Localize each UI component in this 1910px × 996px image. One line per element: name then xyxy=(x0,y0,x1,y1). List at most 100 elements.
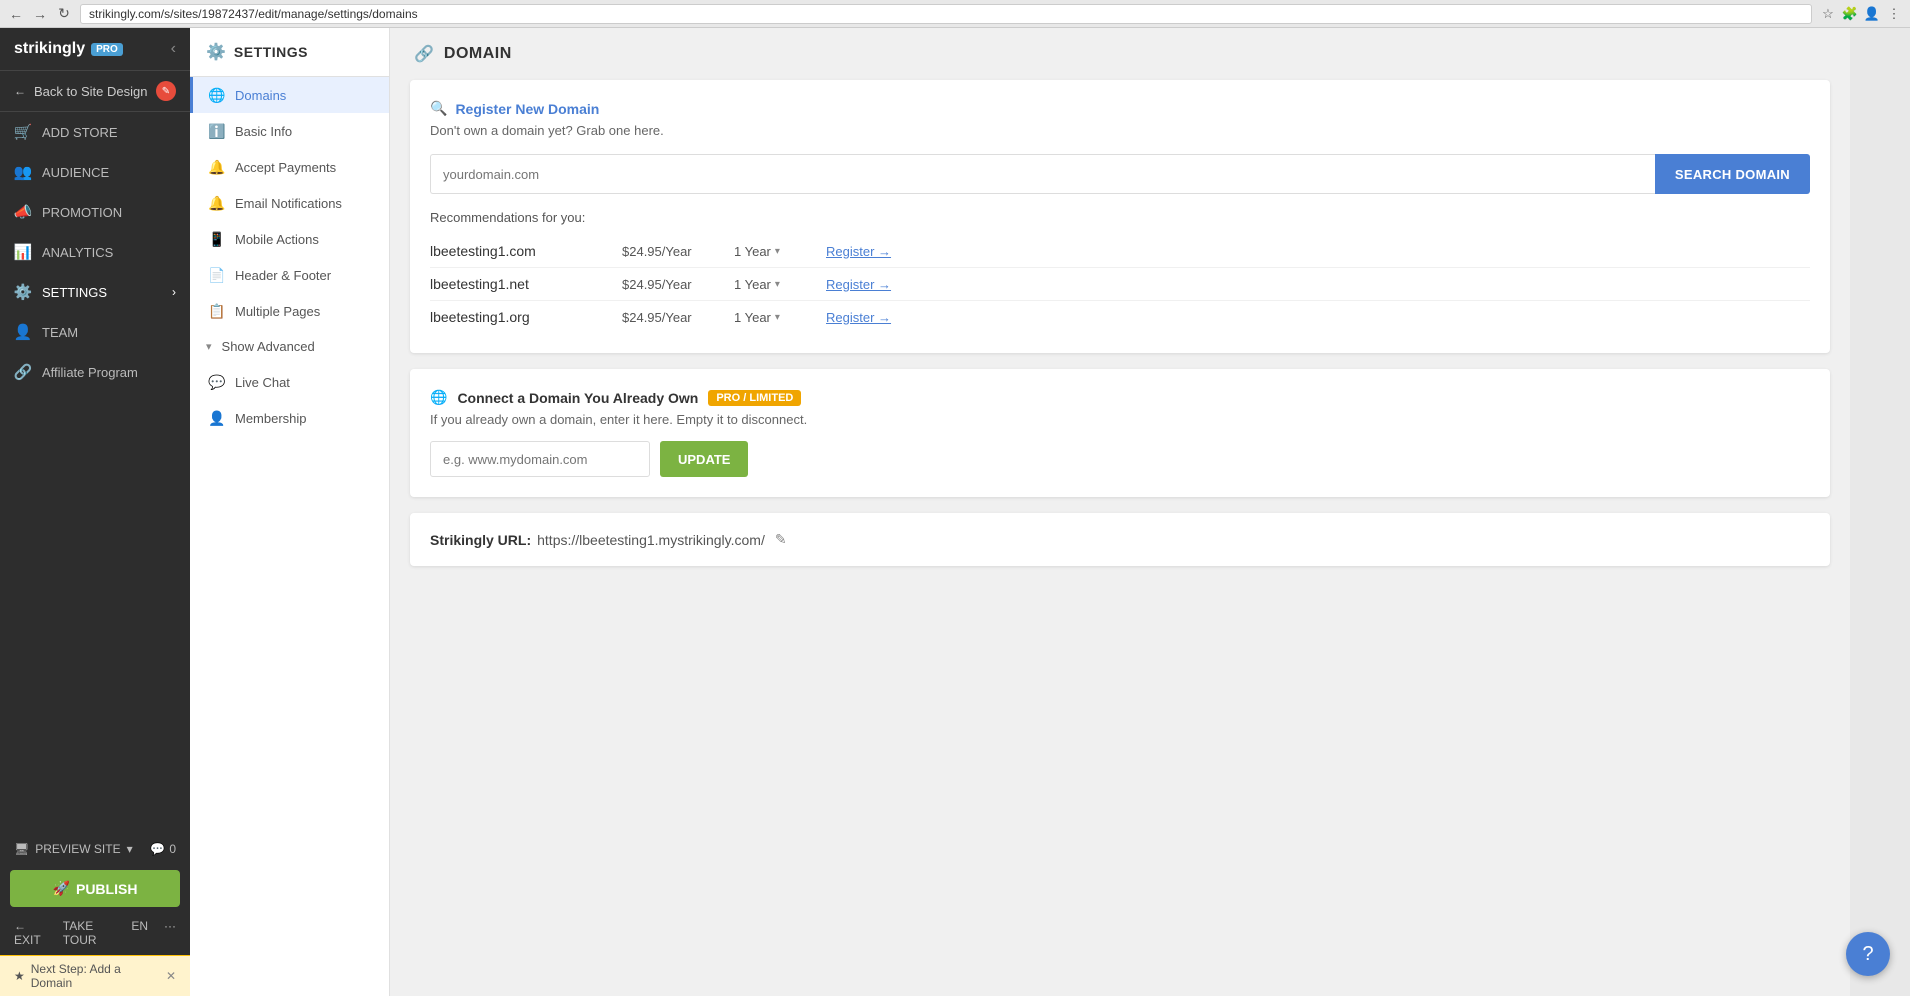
payments-icon: 🔔 xyxy=(209,159,225,175)
settings-nav-accept-payments[interactable]: 🔔 Accept Payments xyxy=(190,149,389,185)
audience-icon: 👥 xyxy=(14,163,32,181)
preview-arrow: ▾ xyxy=(127,842,133,856)
settings-nav-mobile-actions[interactable]: 📱 Mobile Actions xyxy=(190,221,389,257)
chat-bubble-button[interactable]: ? xyxy=(1846,932,1890,976)
sidebar-bottom: 🖥 PREVIEW SITE ▾ 💬 0 🚀 PUBLISH ← EXIT TA… xyxy=(0,834,190,996)
chevron-down-icon: ▾ xyxy=(206,340,212,353)
recommendations-label: Recommendations for you: xyxy=(430,210,1810,225)
live-chat-icon: 💬 xyxy=(209,374,225,390)
next-step-close-button[interactable]: ✕ xyxy=(166,969,176,983)
connect-domain-title: Connect a Domain You Already Own xyxy=(457,390,698,406)
edit-url-icon[interactable]: ✎ xyxy=(775,531,787,548)
back-button[interactable]: ← xyxy=(8,6,24,22)
rec-year-arrow-0[interactable]: ▾ xyxy=(775,246,780,257)
main-content: 🔗 DOMAIN 🔍 Register New Domain Don't own… xyxy=(390,28,1850,996)
settings-nav-email-notifications[interactable]: 🔔 Email Notifications xyxy=(190,185,389,221)
domain-recommendation-1: lbeetesting1.net $24.95/Year 1 Year ▾ Re… xyxy=(430,268,1810,301)
rec-year-arrow-2[interactable]: ▾ xyxy=(775,312,780,323)
sidebar-item-promotion[interactable]: 📣 PROMOTION xyxy=(0,192,190,232)
rec-register-1[interactable]: Register → xyxy=(826,277,891,292)
info-icon: ℹ️ xyxy=(209,123,225,139)
show-advanced-label: Show Advanced xyxy=(222,339,315,354)
language-button[interactable]: EN xyxy=(131,919,148,947)
pro-limited-badge: PRO / LIMITED xyxy=(708,390,801,406)
domain-page-title: DOMAIN xyxy=(444,45,512,63)
team-icon: 👤 xyxy=(14,323,32,341)
more-button[interactable]: ··· xyxy=(164,919,176,947)
sidebar-item-label: ADD STORE xyxy=(42,125,118,140)
preview-badge-area: 💬 0 xyxy=(150,842,176,856)
rec-year-0: 1 Year ▾ xyxy=(734,244,814,259)
url-bar[interactable]: strikingly.com/s/sites/19872437/edit/man… xyxy=(80,4,1812,24)
show-advanced-button[interactable]: ▾ Show Advanced xyxy=(190,329,389,364)
refresh-button[interactable]: ↻ xyxy=(56,6,72,22)
settings-nav-basic-info[interactable]: ℹ️ Basic Info xyxy=(190,113,389,149)
globe-icon: 🌐 xyxy=(209,87,225,103)
sidebar-item-affiliate[interactable]: 🔗 Affiliate Program xyxy=(0,352,190,392)
sidebar-item-label: PROMOTION xyxy=(42,205,122,220)
forward-button[interactable]: → xyxy=(32,6,48,22)
settings-nav-multiple-pages[interactable]: 📋 Multiple Pages xyxy=(190,293,389,329)
next-step-label: Next Step: Add a Domain xyxy=(31,962,160,990)
strikingly-url-value: https://lbeetesting1.mystrikingly.com/ xyxy=(537,532,765,548)
settings-nav-domains[interactable]: 🌐 Domains xyxy=(190,77,389,113)
settings-icon: ⚙️ xyxy=(14,283,32,301)
update-domain-button[interactable]: UPDATE xyxy=(660,441,748,477)
pro-badge: PRO xyxy=(91,43,123,56)
collapse-button[interactable]: ‹ xyxy=(171,40,176,58)
right-panel xyxy=(1850,28,1910,996)
rec-domain-0: lbeetesting1.com xyxy=(430,243,610,259)
domain-search-input[interactable] xyxy=(430,154,1655,194)
rec-year-arrow-1[interactable]: ▾ xyxy=(775,279,780,290)
register-section-title[interactable]: Register New Domain xyxy=(455,101,599,117)
preview-site-button[interactable]: 🖥 PREVIEW SITE ▾ 💬 0 xyxy=(0,834,190,864)
sidebar-item-settings[interactable]: ⚙️ SETTINGS › xyxy=(0,272,190,312)
exit-button[interactable]: ← EXIT xyxy=(14,919,47,947)
publish-label: PUBLISH xyxy=(76,881,137,897)
sidebar-item-label: ANALYTICS xyxy=(42,245,113,260)
domain-header-icon: 🔗 xyxy=(414,44,434,64)
menu-icon[interactable]: ⋮ xyxy=(1886,6,1902,22)
add-store-icon: 🛒 xyxy=(14,123,32,141)
back-badge: ✎ xyxy=(156,81,176,101)
strikingly-url-card: Strikingly URL: https://lbeetesting1.mys… xyxy=(410,513,1830,566)
settings-accept-payments-label: Accept Payments xyxy=(235,160,336,175)
rec-domain-2: lbeetesting1.org xyxy=(430,309,610,325)
back-to-design-button[interactable]: ← Back to Site Design ✎ xyxy=(0,71,190,112)
connect-input-row: UPDATE xyxy=(430,441,1810,477)
settings-nav-live-chat[interactable]: 💬 Live Chat xyxy=(190,364,389,400)
settings-domains-label: Domains xyxy=(235,88,286,103)
sidebar-item-team[interactable]: 👤 TEAM xyxy=(0,312,190,352)
rec-register-0[interactable]: Register → xyxy=(826,244,891,259)
sidebar-item-analytics[interactable]: 📊 ANALYTICS xyxy=(0,232,190,272)
star-icon: ★ xyxy=(14,969,25,983)
profile-icon[interactable]: 👤 xyxy=(1864,6,1880,22)
register-domain-card: 🔍 Register New Domain Don't own a domain… xyxy=(410,80,1830,353)
bottom-actions: ← EXIT TAKE TOUR EN ··· xyxy=(0,913,190,955)
register-section-subtitle: Don't own a domain yet? Grab one here. xyxy=(430,123,1810,138)
sidebar-item-add-store[interactable]: 🛒 ADD STORE xyxy=(0,112,190,152)
rec-register-2[interactable]: Register → xyxy=(826,310,891,325)
sidebar-logo: strikingly PRO ‹ xyxy=(0,28,190,71)
search-domain-button[interactable]: SEARCH DOMAIN xyxy=(1655,154,1810,194)
browser-actions: ☆ 🧩 👤 ⋮ xyxy=(1820,6,1902,22)
settings-nav-header-footer[interactable]: 📄 Header & Footer xyxy=(190,257,389,293)
domain-search-row: SEARCH DOMAIN xyxy=(430,154,1810,194)
sidebar-item-audience[interactable]: 👥 AUDIENCE xyxy=(0,152,190,192)
affiliate-icon: 🔗 xyxy=(14,363,32,381)
sidebar-item-label: SETTINGS xyxy=(42,285,107,300)
sidebar-item-label: Affiliate Program xyxy=(42,365,138,380)
take-tour-button[interactable]: TAKE TOUR xyxy=(63,919,116,947)
settings-nav-membership[interactable]: 👤 Membership xyxy=(190,400,389,436)
extension-icon[interactable]: 🧩 xyxy=(1842,6,1858,22)
connect-domain-input[interactable] xyxy=(430,441,650,477)
strikingly-url-label: Strikingly URL: xyxy=(430,532,531,548)
settings-basic-info-label: Basic Info xyxy=(235,124,292,139)
bookmark-icon[interactable]: ☆ xyxy=(1820,6,1836,22)
membership-icon: 👤 xyxy=(209,410,225,426)
settings-expand-arrow: › xyxy=(172,285,176,299)
logo-text: strikingly xyxy=(14,40,85,58)
back-arrow-icon: ← xyxy=(14,84,26,98)
publish-button[interactable]: 🚀 PUBLISH xyxy=(10,870,180,907)
speech-icon: 💬 xyxy=(150,842,165,856)
